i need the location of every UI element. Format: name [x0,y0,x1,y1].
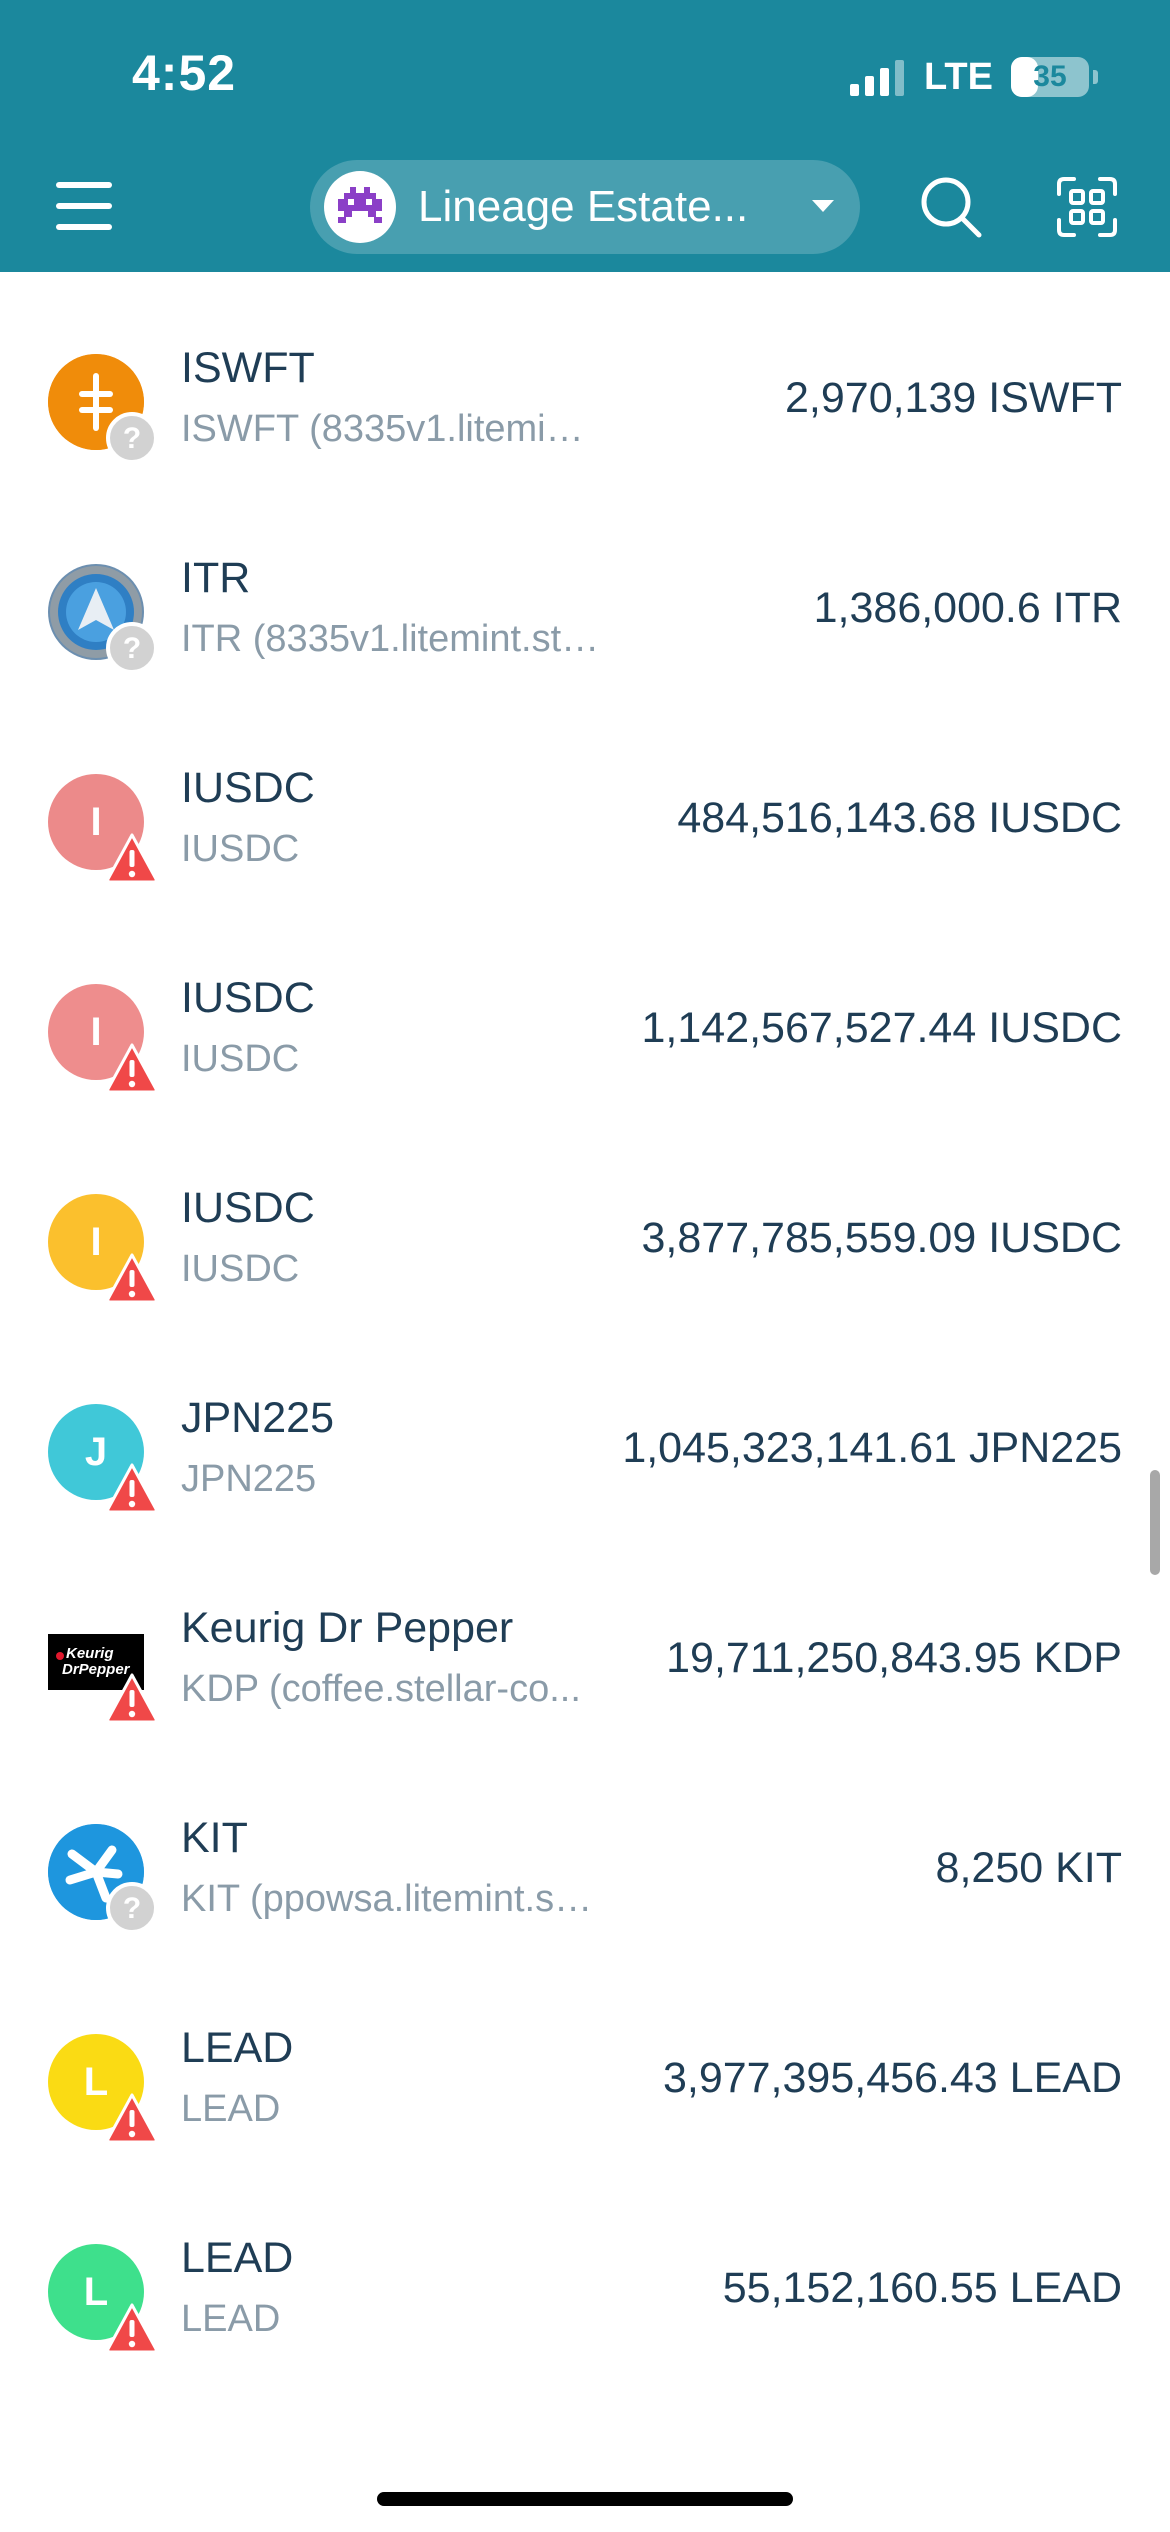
asset-icon: I [48,774,158,884]
asset-row[interactable]: I IUSDC IUSDC 1,142,567,527.44 IUSDC [0,902,1170,1112]
asset-row[interactable]: Keurig DrPepper Keurig Dr Pepper KDP (coffe… [0,1532,1170,1742]
asset-icon: ? [48,354,158,464]
signal-strength-icon [850,58,904,96]
asset-name: ISWFT [181,344,315,392]
asset-balance: 1,045,323,141.61 JPN225 [622,1424,1122,1472]
asset-balance: 8,250 KIT [935,1844,1122,1892]
search-icon[interactable] [918,174,984,240]
asset-balance: 484,516,143.68 IUSDC [677,794,1122,842]
unknown-asset-badge-icon: ? [106,622,158,674]
asset-icon: ? [48,564,158,674]
space-invader-avatar-icon [338,187,382,223]
asset-row[interactable]: L LEAD LEAD 3,977,395,456.43 LEAD [0,1952,1170,2162]
asset-row[interactable]: J JPN225 JPN225 1,045,323,141.61 JPN225 [0,1322,1170,1532]
asset-name: IUSDC [181,764,315,812]
status-time: 4:52 [132,45,237,101]
asset-issuer: JPN225 [181,1458,317,1500]
asset-row[interactable]: I IUSDC IUSDC 484,516,143.68 IUSDC [0,692,1170,902]
asset-balance: 19,711,250,843.95 KDP [666,1634,1122,1682]
warning-badge-icon [106,1253,158,1304]
asset-name: IUSDC [181,974,315,1022]
asset-name: LEAD [181,2024,294,2072]
svg-text:Keurig: Keurig [66,1645,114,1662]
svg-text:?: ? [123,632,141,665]
wallet-selector[interactable]: Lineage Estate... [310,160,860,254]
asset-icon: L [48,2034,158,2144]
asset-balance: 3,877,785,559.09 IUSDC [641,1214,1123,1262]
asset-name: KIT [181,1814,248,1862]
asset-row[interactable]: I IUSDC IUSDC 3,877,785,559.09 IUSDC [0,1112,1170,1322]
asset-balance: 1,142,567,527.44 IUSDC [641,1004,1123,1052]
asset-issuer: KIT (ppowsa.litemint.store) [181,1878,601,1920]
asset-issuer: LEAD [181,2088,281,2130]
asset-name: IUSDC [181,1184,315,1232]
app-header: 4:52 LTE 35 Lineage Estate... [0,0,1170,272]
asset-balance: 3,977,395,456.43 LEAD [662,2054,1122,2102]
warning-badge-icon [106,1463,158,1514]
asset-name: ITR [181,554,251,602]
chevron-down-icon [812,200,834,212]
unknown-asset-badge-icon: ? [106,1882,158,1934]
asset-icon: I [48,984,158,1094]
asset-issuer: IUSDC [181,1248,300,1290]
warning-badge-icon [106,2303,158,2354]
asset-name: LEAD [181,2234,294,2282]
asset-name: JPN225 [181,1394,334,1442]
asset-issuer: IUSDC [181,1038,300,1080]
asset-balance: 55,152,160.55 LEAD [722,2264,1122,2312]
asset-row[interactable]: ? ISWFT ISWFT (8335v1.litemint.store) 2,970… [0,272,1170,482]
asset-balance: 2,970,139 ISWFT [785,374,1122,422]
asset-icon: ? [48,1824,158,1934]
wallet-avatar [324,171,396,243]
asset-name: Keurig Dr Pepper [181,1604,514,1652]
asset-issuer: ISWFT (8335v1.litemint.store) [181,408,601,450]
wallet-name: Lineage Estate... [418,182,749,231]
asset-icon: J [48,1404,158,1514]
battery-level-text: 35 [1033,60,1067,93]
asset-icon: Keurig DrPepper [48,1614,158,1724]
unknown-asset-badge-icon: ? [106,412,158,464]
battery-icon: 35 [1010,57,1098,97]
qr-scan-icon[interactable] [1056,176,1118,238]
asset-row[interactable]: ? KIT KIT (ppowsa.litemint.store) 8,250 KIT [0,1742,1170,1952]
scrollbar[interactable] [1150,1470,1160,1575]
asset-row[interactable]: ? ITR ITR (8335v1.litemint.store) 1,386,000… [0,482,1170,692]
svg-text:?: ? [123,422,141,455]
asset-icon: I [48,1194,158,1304]
asset-row[interactable]: L LEAD LEAD 55,152,160.55 LEAD [0,2162,1170,2372]
warning-badge-icon [106,1673,158,1724]
asset-issuer: IUSDC [181,828,300,870]
asset-issuer: KDP (coffee.stellar-co... [181,1668,581,1710]
status-indicators: LTE 35 [850,52,1098,102]
svg-text:?: ? [123,1892,141,1925]
hamburger-menu-icon[interactable] [56,182,112,232]
warning-badge-icon [106,2093,158,2144]
asset-icon: L [48,2244,158,2354]
warning-badge-icon [106,833,158,884]
asset-balance: 1,386,000.6 ITR [813,584,1122,632]
network-type: LTE [924,55,993,98]
asset-issuer: LEAD [181,2298,281,2340]
warning-badge-icon [106,1043,158,1094]
home-indicator [377,2492,793,2506]
asset-issuer: ITR (8335v1.litemint.store) [181,618,601,660]
